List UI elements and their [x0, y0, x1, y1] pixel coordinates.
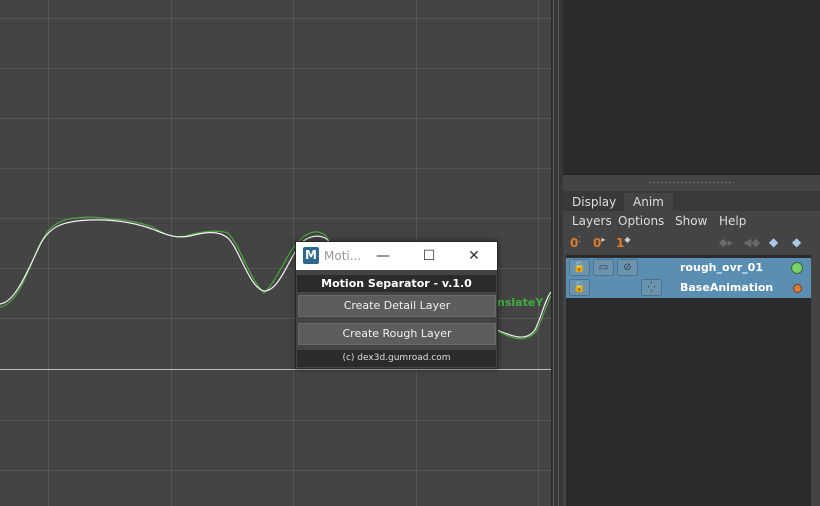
menu-show[interactable]: Show — [675, 214, 707, 228]
lock-icon[interactable]: 🔓 — [569, 259, 590, 276]
channel-box-area — [563, 0, 820, 175]
select-objects-icon[interactable]: ◆ — [792, 235, 801, 249]
maya-logo-icon: M — [303, 247, 319, 264]
move-layer-down-icon[interactable]: ◀◆ — [743, 236, 760, 249]
minimize-button[interactable]: — — [360, 242, 406, 270]
menu-layers[interactable]: Layers — [572, 214, 612, 228]
menu-help[interactable]: Help — [719, 214, 746, 228]
layer-row[interactable]: 🔓 ▭ ⊘ rough_ovr_01 — [566, 258, 811, 278]
dialog-header: Motion Separator - v.1.0 — [297, 275, 496, 292]
layer-editor: Display Anim Layers Options Show Help 0⁚… — [563, 191, 820, 506]
motion-separator-dialog: M Moti... — ☐ ✕ Motion Separator - v.1.0… — [295, 241, 498, 369]
mute-icon[interactable]: ⊘ — [617, 259, 638, 276]
new-empty-layer-icon[interactable]: 0⁚ — [570, 235, 581, 253]
dialog-titlebar[interactable]: M Moti... — ☐ ✕ — [296, 242, 497, 270]
new-layer-override-icon[interactable]: 1◆ — [616, 235, 631, 253]
rough-curve[interactable] — [0, 219, 341, 311]
dialog-footer: (c) dex3d.gumroad.com — [297, 350, 496, 367]
app-root: nslateY Display Anim Layers Options Show… — [0, 0, 820, 506]
menu-options[interactable]: Options — [618, 214, 664, 228]
move-layer-up-icon[interactable]: ◆▸ — [719, 236, 733, 249]
splitter-line — [553, 0, 554, 506]
splitter-grip[interactable] — [648, 181, 734, 184]
panel-splitter[interactable] — [551, 0, 563, 506]
layer-row[interactable]: 🔓 ⁛ BaseAnimation — [566, 278, 811, 298]
layer-name[interactable]: rough_ovr_01 — [680, 261, 763, 274]
layer-name[interactable]: BaseAnimation — [680, 281, 773, 294]
horizontal-splitter[interactable] — [563, 175, 820, 191]
layer-menubar: Layers Options Show Help — [563, 211, 820, 233]
tab-display[interactable]: Display — [563, 193, 626, 211]
lock-icon[interactable]: 🔓 — [569, 279, 590, 296]
layer-status-icon[interactable] — [793, 284, 802, 293]
add-key-icon[interactable]: ◆ — [769, 235, 778, 249]
layer-tabs: Display Anim — [563, 191, 820, 211]
create-detail-layer-button[interactable]: Create Detail Layer — [298, 295, 496, 317]
tab-anim[interactable]: Anim — [624, 193, 673, 211]
solo-icon[interactable]: ▭ — [593, 259, 614, 276]
new-layer-selected-icon[interactable]: 0▸ — [593, 235, 605, 253]
layer-toolbar: 0⁚ 0▸ 1◆ ◆▸ ◀◆ ◆ ◆ — [563, 233, 820, 255]
maximize-button[interactable]: ☐ — [406, 242, 452, 270]
splitter-line — [558, 0, 559, 506]
weight-icon[interactable]: ⁛ — [641, 279, 662, 296]
create-rough-layer-button[interactable]: Create Rough Layer — [298, 323, 496, 345]
dialog-title: Moti... — [324, 249, 362, 263]
curve-label: nslateY — [497, 296, 544, 309]
close-button[interactable]: ✕ — [451, 242, 497, 270]
layer-status-icon[interactable] — [791, 262, 803, 274]
layers-list: 🔓 ▭ ⊘ rough_ovr_01 🔓 ⁛ BaseAnimation — [566, 255, 811, 506]
